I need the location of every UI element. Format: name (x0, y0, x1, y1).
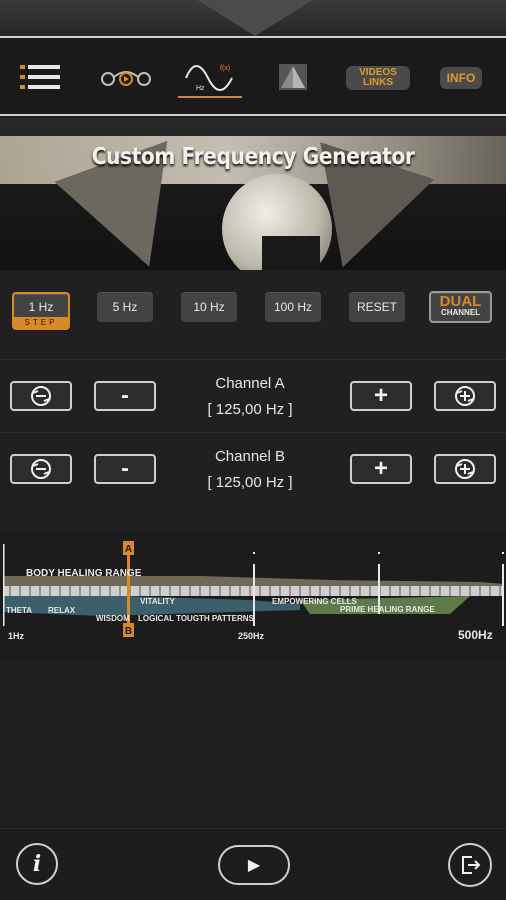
page-title: Custom Frequency Generator (91, 144, 415, 170)
channel-label: CHANNEL (440, 308, 481, 317)
channel-a-minus-button[interactable]: - (94, 381, 156, 411)
info-button[interactable]: INFO (440, 67, 482, 89)
step-10hz-button[interactable]: 10 Hz (181, 292, 237, 322)
channel-b-row: - Channel B [ 125,00 Hz ] + (0, 434, 506, 506)
top-hero-strip (0, 0, 506, 36)
hz-label: Hz (196, 85, 205, 92)
step-1hz-label: 1 Hz (28, 300, 54, 314)
channel-a-row: - Channel A [ 125,00 Hz ] + (0, 361, 506, 433)
exit-icon[interactable] (448, 843, 492, 887)
logical-patterns-label: LOGICAL TOUGTH PATTERNS (138, 614, 254, 623)
top-toolbar: f(x) Hz VIDEOS LINKS INFO (0, 36, 506, 116)
links-label: LINKS (363, 77, 393, 88)
channel-a-plus-button[interactable]: + (350, 381, 412, 411)
cycle-minus-icon (31, 459, 51, 479)
prime-healing-range-label: PRIME HEALING RANGE (340, 605, 435, 614)
marker-b-label: B (125, 626, 132, 637)
tick-1hz: 1Hz (8, 631, 25, 641)
bottom-bar: i ▶ (0, 828, 506, 900)
play-button[interactable]: ▶ (218, 845, 290, 885)
menu-icon[interactable] (18, 56, 64, 98)
fx-label: f(x) (220, 65, 230, 72)
play-icon: ▶ (247, 857, 261, 874)
marker-a-label: A (125, 544, 132, 555)
dual-label: DUAL (439, 293, 482, 310)
channel-a-increase-fast-button[interactable] (434, 381, 496, 411)
spectrum-graphic: A B (3, 541, 504, 637)
frequency-wave-icon[interactable]: f(x) Hz (178, 56, 242, 98)
info-icon[interactable]: i (16, 843, 58, 885)
channel-b-value: [ 125,00 Hz ] (207, 474, 293, 491)
wisdom-label: WISDOM (96, 614, 130, 623)
frequency-spectrum[interactable]: A B BODY HEALING RANGE THETA RELAX VITAL… (0, 530, 506, 662)
hero-shadow (262, 236, 320, 270)
cycle-plus-icon (455, 386, 475, 406)
step-1hz-button[interactable]: 1 Hz STEP (12, 292, 70, 330)
channel-b-label: Channel B (214, 448, 286, 465)
binaural-icon[interactable] (98, 56, 154, 98)
tick-250hz: 250Hz (238, 631, 265, 641)
relax-label: RELAX (48, 606, 76, 615)
channel-a-decrease-fast-button[interactable] (10, 381, 72, 411)
videos-links-button[interactable]: VIDEOS LINKS (346, 66, 410, 90)
step-sub-label: STEP (14, 317, 68, 328)
vitality-label: VITALITY (140, 597, 175, 606)
channel-b-increase-fast-button[interactable] (434, 454, 496, 484)
channel-b-minus-button[interactable]: - (94, 454, 156, 484)
hero-image (0, 118, 506, 270)
channel-a-value: [ 125,00 Hz ] (207, 401, 293, 418)
channel-b-decrease-fast-button[interactable] (10, 454, 72, 484)
pyramid-shape (165, 0, 345, 36)
step-100hz-button[interactable]: 100 Hz (265, 292, 321, 322)
step-5hz-button[interactable]: 5 Hz (97, 292, 153, 322)
tick-500hz: 500Hz (458, 628, 493, 642)
reset-button[interactable]: RESET (349, 292, 405, 322)
theta-label: THETA (6, 606, 33, 615)
channel-a-label: Channel A (215, 375, 285, 392)
body-healing-range-label: BODY HEALING RANGE (26, 568, 142, 579)
cycle-minus-icon (31, 386, 51, 406)
dual-channel-button[interactable]: DUAL CHANNEL (429, 291, 492, 323)
cycle-plus-icon (455, 459, 475, 479)
channel-b-plus-button[interactable]: + (350, 454, 412, 484)
pyramid-icon[interactable] (276, 56, 310, 98)
step-selector: 1 Hz STEP 5 Hz 10 Hz 100 Hz RESET DUAL C… (0, 272, 506, 360)
